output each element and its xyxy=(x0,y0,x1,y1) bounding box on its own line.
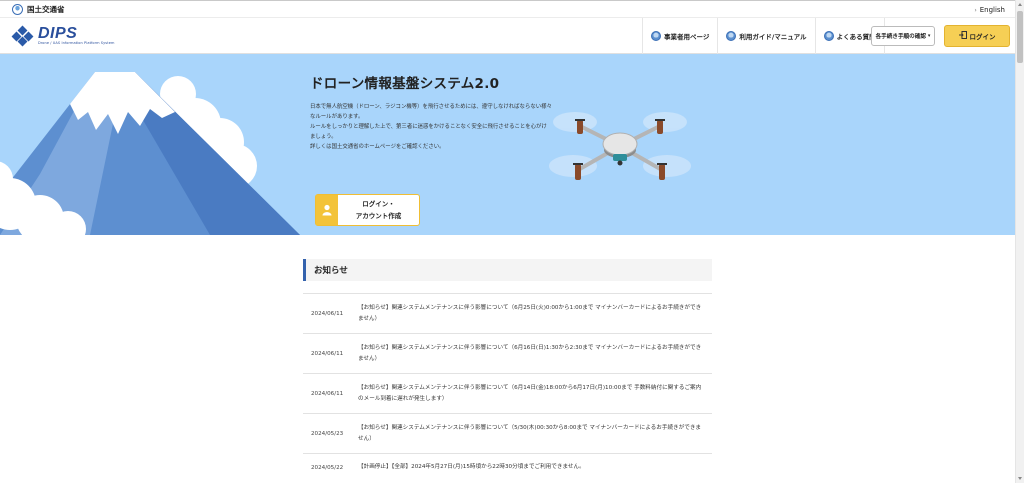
login-door-icon xyxy=(958,31,967,41)
news-text: 【お知らせ】関連システムメンテナンスに伴う影響について（6月14日(金)18:0… xyxy=(358,384,702,402)
caret-down-icon: ▾ xyxy=(927,33,931,39)
login-account-line2: アカウント作成 xyxy=(355,212,402,220)
hero-title: ドローン情報基盤システム2.0 xyxy=(310,76,500,92)
procedure-dropdown-label: 各手続き手順の確認 xyxy=(875,34,926,40)
news-date: 2024/06/11 xyxy=(311,390,344,397)
header: DIPS Drone / UAS Information Platform Sy… xyxy=(0,18,1015,54)
logo-text: DIPS xyxy=(38,25,78,42)
english-link[interactable]: › English xyxy=(974,6,1005,14)
english-link-label: English xyxy=(979,6,1005,14)
news-item[interactable]: 2024/06/11 【お知らせ】関連システムメンテナンスに伴う影響について（6… xyxy=(303,373,712,413)
nav-business-page[interactable]: 事業者用ページ xyxy=(642,18,717,54)
login-account-create-button[interactable]: ログイン・ アカウント作成 xyxy=(315,194,420,226)
dips-logo[interactable]: DIPS Drone / UAS Information Platform Sy… xyxy=(11,25,115,47)
news-date: 2024/06/11 xyxy=(311,310,344,317)
page-scrollbar[interactable] xyxy=(1015,0,1024,483)
main-nav: 事業者用ページ 利用ガイド/マニュアル よくある質問 xyxy=(642,18,885,54)
login-button[interactable]: ログイン xyxy=(944,25,1010,47)
news-item[interactable]: 2024/06/11 【お知らせ】関連システムメンテナンスに伴う影響について（6… xyxy=(303,333,712,373)
scroll-thumb[interactable] xyxy=(1017,11,1023,63)
news-list: 2024/06/11 【お知らせ】関連システムメンテナンスに伴う影響について（6… xyxy=(303,293,712,481)
ministry-logo-icon xyxy=(12,4,23,15)
news-text: 【お知らせ】関連システムメンテナンスに伴う影響について（6月16日(日)1:30… xyxy=(358,344,702,362)
nav-user-guide[interactable]: 利用ガイド/マニュアル xyxy=(717,18,814,54)
scroll-down-arrow-icon[interactable] xyxy=(1018,477,1022,480)
scroll-up-arrow-icon[interactable] xyxy=(1018,3,1022,6)
news-text: 【お知らせ】関連システムメンテナンスに伴う影響について（6月25日(火)0:00… xyxy=(358,304,702,322)
top-bar: 国土交通省 › English xyxy=(0,0,1015,18)
hero-description: 日本で無人航空機（ドローン、ラジコン機等）を飛行させるためには、遵守しなければな… xyxy=(310,102,552,152)
mount-fuji-illustration xyxy=(0,72,300,235)
ministry-name: 国土交通省 xyxy=(27,5,65,14)
drone-illustration xyxy=(549,112,691,180)
procedure-dropdown[interactable]: 各手続き手順の確認 ▾ xyxy=(871,26,935,46)
hero-description-line: ルールをしっかりと理解した上で、第三者に迷惑をかけることなく安全に飛行させること… xyxy=(310,124,547,140)
news-item[interactable]: 2024/05/22 【計画停止】【全部】2024年5月27日(月)15時頃から… xyxy=(303,453,712,481)
nav-user-guide-label: 利用ガイド/マニュアル xyxy=(739,33,807,41)
dips-logo-icon xyxy=(11,25,34,47)
ministry-link[interactable]: 国土交通省 xyxy=(12,4,65,15)
page: 国土交通省 › English DIPS Drone / UAS Informat… xyxy=(0,0,1024,483)
nav-faq-label: よくある質問 xyxy=(836,33,876,41)
news-text: 【計画停止】【全部】2024年5月27日(月)15時頃から22時30分頃までご利… xyxy=(358,464,585,470)
hero-banner: ドローン情報基盤システム2.0 日本で無人航空機（ドローン、ラジコン機等）を飛行… xyxy=(0,54,1015,235)
news-item[interactable]: 2024/05/23 【お知らせ】関連システムメンテナンスに伴う影響について（5… xyxy=(303,413,712,453)
chevron-right-icon: › xyxy=(974,7,977,14)
globe-icon xyxy=(651,31,661,41)
hero-description-line: 日本で無人航空機（ドローン、ラジコン機等）を飛行させるためには、遵守しなければな… xyxy=(310,104,552,120)
news-date: 2024/05/22 xyxy=(311,464,344,471)
globe-icon xyxy=(823,31,834,41)
news-date: 2024/06/11 xyxy=(311,350,344,357)
user-icon xyxy=(316,195,338,225)
hero-description-line: 詳しくは国土交通省のホームページをご確認ください。 xyxy=(310,144,445,150)
logo-subtext: Drone / UAS Information Platform System xyxy=(38,41,115,45)
login-button-label: ログイン xyxy=(969,33,996,41)
nav-business-page-label: 事業者用ページ xyxy=(664,33,710,41)
news-date: 2024/05/23 xyxy=(311,430,344,437)
news-heading: お知らせ xyxy=(303,259,712,281)
news-text: 【お知らせ】関連システムメンテナンスに伴う影響について（5/30(木)00:30… xyxy=(358,424,702,442)
login-account-line1: ログイン・ xyxy=(362,200,395,208)
globe-icon xyxy=(726,31,737,41)
news-item[interactable]: 2024/06/11 【お知らせ】関連システムメンテナンスに伴う影響について（6… xyxy=(303,293,712,333)
